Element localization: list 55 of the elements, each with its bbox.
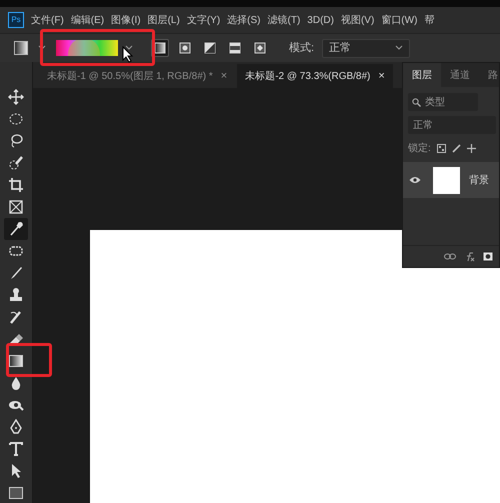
menu-item[interactable]: 编辑(E) [70,12,104,28]
mask-icon[interactable] [483,252,493,261]
mode-select[interactable]: 正常 [322,38,410,58]
menu-item[interactable]: 选择(S) [227,12,260,28]
app-logo: Ps [8,12,24,28]
link-icon[interactable] [444,253,456,260]
checker-icon[interactable] [436,144,446,152]
stamp-icon [8,287,24,303]
highlight-frame [6,343,52,377]
caret-icon [395,45,404,51]
cursor-icon [122,46,134,63]
menu-item[interactable]: 文字(Y) [186,12,220,28]
caret-icon[interactable] [125,45,133,51]
quick-select-icon [8,155,24,171]
caret-icon[interactable] [38,45,46,51]
mode-label: 模式: [289,40,314,56]
frame-icon [8,199,24,215]
menu-item[interactable]: 视图(V) [340,12,374,28]
ellipse-marquee-icon [8,111,24,127]
eye-icon[interactable] [409,176,421,184]
crop-icon [8,177,24,193]
lock-label: 锁定: [408,142,431,156]
panel-tab[interactable]: 路 [479,63,499,87]
gradient-tool-icon[interactable] [14,41,28,55]
gradient-swatch[interactable] [56,40,118,56]
brush-icon[interactable] [452,144,461,152]
eyedropper-icon [8,221,24,237]
search-icon [412,98,421,106]
move-icon [8,89,24,105]
tool-button[interactable] [4,218,28,240]
close-button[interactable]: × [220,68,228,84]
document-tab[interactable]: 未标题-2 @ 73.3%(RGB/8#) × [237,64,393,88]
layer-row[interactable]: 背景 [403,162,499,198]
panel-tab[interactable]: 图层 [403,63,441,87]
filter-select[interactable]: 类型 [408,93,478,111]
panel-tab[interactable]: 通道 [441,63,479,87]
gradient-icon [8,353,24,369]
brush-icon [8,265,24,281]
pen-icon [8,419,24,435]
menu-item[interactable]: 滤镜(T) [268,12,300,28]
menu-item[interactable]: 帮 [424,12,434,28]
history-brush-icon [8,309,24,325]
layer-name: 背景 [469,174,489,188]
layer-thumbnail [433,166,460,194]
menu-item[interactable]: 图层(L) [148,12,180,28]
menu-item[interactable]: 3D(D) [307,12,334,28]
blend-mode-select[interactable]: 正常 [408,116,496,134]
menu-item[interactable]: 图像(I) [111,12,141,28]
menu-item[interactable]: 窗口(W) [381,12,418,28]
move-icon[interactable] [466,144,476,152]
rectangle-icon [8,485,24,501]
fx-icon[interactable] [464,252,475,262]
menu-item[interactable]: 文件(F) [31,12,64,28]
close-button[interactable]: × [378,68,385,84]
type-icon [8,441,24,457]
